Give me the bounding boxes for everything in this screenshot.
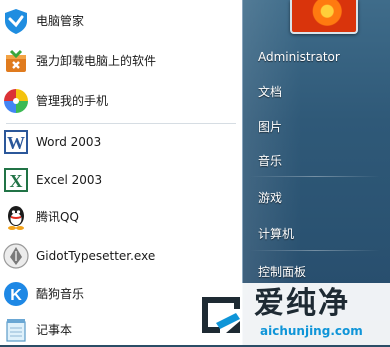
right-item-computer[interactable]: 计算机: [258, 222, 294, 246]
user-avatar[interactable]: [290, 0, 358, 34]
watermark: 爱纯净 aichunjing.com: [190, 283, 390, 345]
right-item-games[interactable]: 游戏: [258, 186, 282, 210]
program-label: Excel 2003: [36, 173, 103, 187]
right-item-pictures[interactable]: 图片: [258, 115, 282, 139]
watermark-url: aichunjing.com: [260, 324, 363, 338]
pen-nib-icon: [3, 243, 29, 269]
right-divider: [250, 176, 380, 177]
program-item-gidot[interactable]: GidotTypesetter.exe: [0, 239, 242, 273]
right-item-administrator[interactable]: Administrator: [258, 45, 340, 69]
program-item-phone-manager[interactable]: 管理我的手机: [0, 84, 242, 118]
qq-penguin-icon: [8, 206, 24, 230]
pinwheel-icon: [4, 89, 28, 113]
shield-icon: [5, 9, 27, 34]
list-divider: [6, 123, 236, 124]
svg-text:K: K: [10, 287, 22, 304]
uninstall-box-icon: [6, 49, 26, 72]
right-item-documents[interactable]: 文档: [258, 80, 282, 104]
program-item-word[interactable]: W Word 2003: [0, 125, 242, 159]
program-item-uninstall[interactable]: 强力卸载电脑上的软件: [0, 44, 242, 78]
kugou-icon: K: [4, 282, 28, 306]
watermark-chinese-text: 爱纯净: [254, 286, 350, 321]
program-item-qq[interactable]: 腾讯QQ: [0, 200, 242, 234]
notepad-icon: [6, 319, 26, 342]
program-label: 记事本: [36, 323, 73, 337]
program-label: 电脑管家: [36, 14, 85, 28]
svg-text:X: X: [10, 171, 23, 191]
watermark-logo-icon: [202, 297, 240, 333]
program-label: 腾讯QQ: [36, 210, 79, 224]
right-item-music[interactable]: 音乐: [258, 149, 282, 173]
word-icon: W: [4, 130, 28, 154]
program-item-pc-manager[interactable]: 电脑管家: [0, 4, 242, 38]
program-label: 强力卸载电脑上的软件: [36, 54, 157, 68]
svg-text:W: W: [7, 133, 25, 153]
program-label: Word 2003: [36, 135, 102, 149]
right-item-control-panel[interactable]: 控制面板: [258, 260, 306, 284]
program-label: 管理我的手机: [36, 94, 109, 108]
right-divider: [250, 250, 380, 251]
program-item-excel[interactable]: X Excel 2003: [0, 163, 242, 197]
program-label: GidotTypesetter.exe: [36, 249, 156, 263]
program-label: 酷狗音乐: [36, 287, 85, 301]
excel-icon: X: [4, 168, 28, 192]
